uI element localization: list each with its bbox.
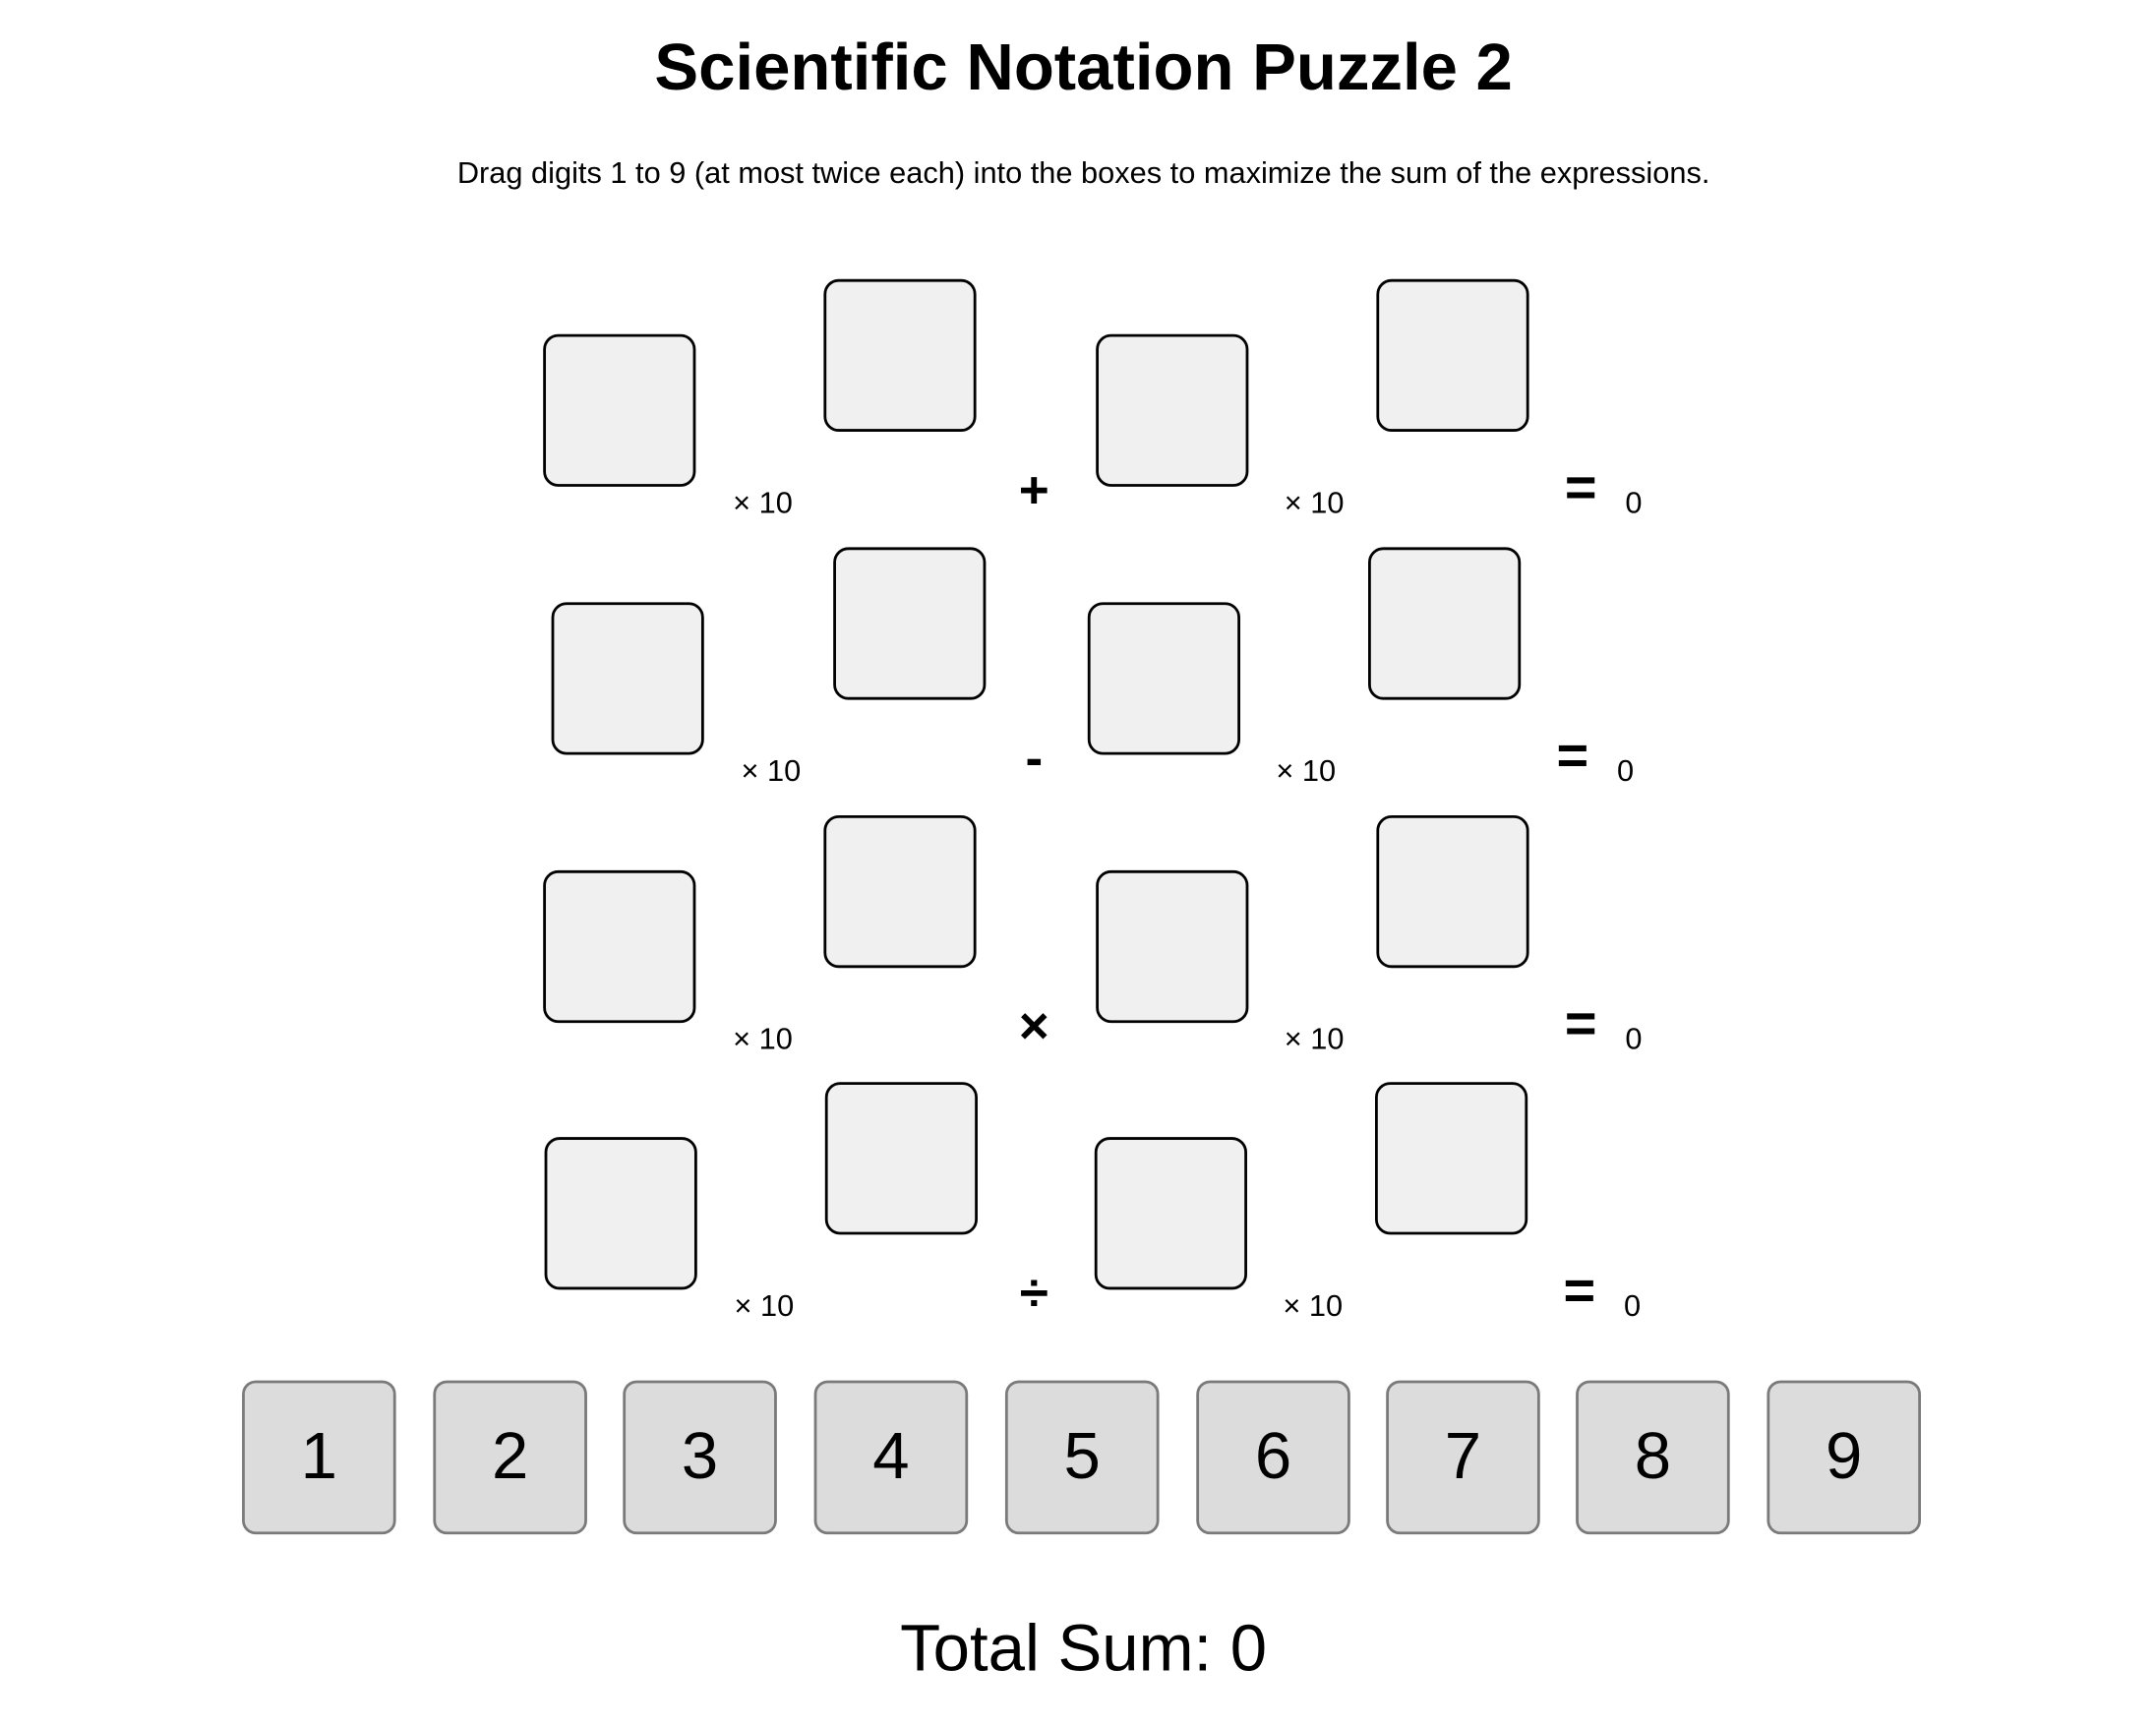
times-ten-label: × 10	[734, 1287, 795, 1323]
mantissa-slot-2[interactable]	[1096, 333, 1249, 487]
digit-tile-5[interactable]: 5	[1004, 1380, 1160, 1535]
puzzle-stage: Scientific Notation Puzzle 2 Drag digits…	[0, 0, 2156, 1727]
digit-tile-7[interactable]: 7	[1386, 1380, 1540, 1535]
divide-operator: ÷	[1019, 1265, 1048, 1323]
digit-tile-8[interactable]: 8	[1576, 1380, 1730, 1535]
expression-row-multiplication: × 10 × × 10 = 0	[0, 811, 2156, 1056]
expression-result: 0	[1625, 1021, 1643, 1056]
digit-tile-9[interactable]: 9	[1767, 1380, 1922, 1535]
exponent-slot-1[interactable]	[824, 1082, 978, 1235]
expression-row-subtraction: × 10 - × 10 = 0	[0, 543, 2156, 789]
multiply-operator: ×	[1018, 997, 1049, 1056]
digit-tile-3[interactable]: 3	[623, 1380, 777, 1535]
mantissa-slot-2[interactable]	[1087, 602, 1240, 755]
times-ten-label: × 10	[733, 485, 793, 520]
times-ten-label: × 10	[741, 753, 802, 789]
exponent-slot-2[interactable]	[1376, 278, 1529, 432]
exponent-slot-2[interactable]	[1376, 815, 1529, 969]
minus-operator: -	[1025, 730, 1044, 789]
mantissa-slot-2[interactable]	[1094, 1137, 1247, 1290]
equals-sign: =	[1563, 1260, 1596, 1322]
mantissa-slot-1[interactable]	[551, 602, 704, 755]
instructions-text: Drag digits 1 to 9 (at most twice each) …	[456, 154, 1710, 190]
digit-tile-6[interactable]: 6	[1196, 1380, 1350, 1535]
expression-result: 0	[1624, 1287, 1642, 1323]
total-sum: Total Sum: 0	[900, 1612, 1268, 1686]
mantissa-slot-2[interactable]	[1096, 869, 1249, 1024]
equals-sign: =	[1564, 993, 1597, 1055]
mantissa-slot-1[interactable]	[543, 869, 696, 1024]
digit-tile-4[interactable]: 4	[813, 1380, 969, 1535]
plus-operator: +	[1018, 461, 1049, 520]
page-title: Scientific Notation Puzzle 2	[654, 31, 1513, 105]
exponent-slot-1[interactable]	[833, 547, 987, 700]
expression-result: 0	[1617, 753, 1635, 789]
times-ten-label: × 10	[1284, 1021, 1345, 1056]
exponent-slot-1[interactable]	[823, 815, 977, 969]
times-ten-label: × 10	[1284, 485, 1345, 520]
equals-sign: =	[1564, 457, 1597, 519]
digit-tile-2[interactable]: 2	[433, 1380, 587, 1535]
exponent-slot-2[interactable]	[1368, 547, 1522, 700]
times-ten-label: × 10	[733, 1021, 793, 1056]
equals-sign: =	[1556, 726, 1589, 787]
digit-tile-1[interactable]: 1	[242, 1380, 396, 1535]
times-ten-label: × 10	[1276, 753, 1337, 789]
exponent-slot-1[interactable]	[823, 278, 977, 432]
expression-row-addition: × 10 + × 10 = 0	[0, 275, 2156, 520]
times-ten-label: × 10	[1283, 1287, 1344, 1323]
expression-result: 0	[1625, 485, 1643, 520]
exponent-slot-2[interactable]	[1375, 1082, 1528, 1235]
mantissa-slot-1[interactable]	[544, 1137, 697, 1290]
expression-row-division: × 10 ÷ × 10 = 0	[0, 1079, 2156, 1323]
mantissa-slot-1[interactable]	[543, 333, 696, 487]
